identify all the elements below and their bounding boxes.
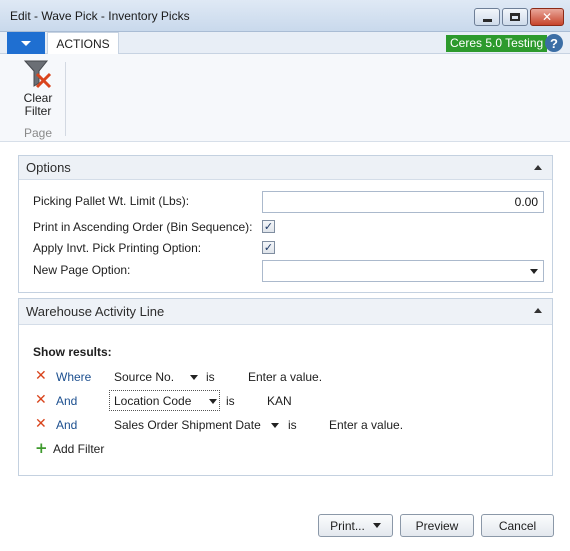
filter-row: ✕ And Location Code is KAN xyxy=(33,390,533,411)
options-header[interactable]: Options xyxy=(19,156,552,180)
filter-value[interactable]: Enter a value. xyxy=(248,370,322,384)
maximize-icon xyxy=(510,13,520,21)
apply-printing-checkbox[interactable]: ✓ xyxy=(262,241,275,254)
filter-operator: is xyxy=(288,418,297,432)
chevron-down-icon xyxy=(372,523,381,528)
filter-conjunction[interactable]: And xyxy=(56,418,77,432)
ascending-order-label: Print in Ascending Order (Bin Sequence): xyxy=(33,220,253,234)
ribbon-tab-row: ACTIONS Ceres 5.0 Testing ? xyxy=(0,32,570,55)
collapse-icon[interactable] xyxy=(534,308,542,313)
ascending-order-checkbox[interactable]: ✓ xyxy=(262,220,275,233)
new-page-label: New Page Option: xyxy=(33,263,131,277)
ribbon-separator xyxy=(65,62,66,136)
clear-filter-label-line2: Filter xyxy=(24,104,52,118)
add-filter-label: Add Filter xyxy=(53,442,105,456)
chevron-down-icon xyxy=(21,40,31,46)
cancel-button[interactable]: Cancel xyxy=(481,514,554,537)
filter-operator: is xyxy=(226,394,235,408)
minimize-button[interactable] xyxy=(474,8,500,26)
remove-filter-icon[interactable]: ✕ xyxy=(35,393,47,407)
plus-icon: + xyxy=(35,439,48,457)
options-title: Options xyxy=(26,160,71,175)
options-fasttab: Options Picking Pallet Wt. Limit (Lbs): … xyxy=(18,155,553,293)
warehouse-title: Warehouse Activity Line xyxy=(26,304,165,319)
print-button[interactable]: Print... xyxy=(318,514,393,537)
new-page-select[interactable] xyxy=(262,260,544,282)
funnel-clear-icon xyxy=(23,60,52,89)
page-content: Options Picking Pallet Wt. Limit (Lbs): … xyxy=(0,142,570,551)
filter-value[interactable]: Enter a value. xyxy=(329,418,403,432)
filter-field[interactable]: Location Code xyxy=(114,394,191,408)
filter-value[interactable]: KAN xyxy=(267,394,292,408)
preview-button[interactable]: Preview xyxy=(400,514,474,537)
filter-field-dropdown-icon[interactable] xyxy=(209,399,217,404)
filter-field-dropdown-icon[interactable] xyxy=(271,423,279,428)
help-icon[interactable]: ? xyxy=(545,34,563,52)
remove-filter-icon[interactable]: ✕ xyxy=(35,417,47,431)
filter-row: ✕ Where Source No. is Enter a value. xyxy=(33,367,533,387)
filter-conjunction[interactable]: And xyxy=(56,394,77,408)
ribbon-group-label: Page xyxy=(24,126,53,140)
company-badge: Ceres 5.0 Testing xyxy=(446,35,548,52)
filter-field[interactable]: Source No. xyxy=(114,370,174,384)
close-icon: ✕ xyxy=(541,10,553,24)
warehouse-header[interactable]: Warehouse Activity Line xyxy=(19,299,552,325)
filter-conjunction[interactable]: Where xyxy=(56,370,91,384)
ribbon: Clear Filter Page xyxy=(0,54,570,142)
show-results-label: Show results: xyxy=(33,345,112,359)
remove-filter-icon[interactable]: ✕ xyxy=(35,369,47,383)
filter-field-dropdown-icon[interactable] xyxy=(190,375,198,380)
apply-printing-label: Apply Invt. Pick Printing Option: xyxy=(33,241,202,255)
filter-operator: is xyxy=(206,370,215,384)
filter-row: ✕ And Sales Order Shipment Date is Enter… xyxy=(33,415,533,435)
window-title: Edit - Wave Pick - Inventory Picks xyxy=(10,9,190,23)
filter-field[interactable]: Sales Order Shipment Date xyxy=(114,418,261,432)
pallet-wt-label: Picking Pallet Wt. Limit (Lbs): xyxy=(33,194,190,208)
clear-filter-button[interactable]: Clear Filter xyxy=(18,58,58,128)
print-button-label: Print... xyxy=(330,518,365,533)
maximize-button[interactable] xyxy=(502,8,528,26)
warehouse-activity-fasttab: Warehouse Activity Line Show results: ✕ … xyxy=(18,298,553,476)
minimize-icon xyxy=(482,18,492,22)
dropdown-arrow-icon xyxy=(530,269,538,274)
tab-actions[interactable]: ACTIONS xyxy=(47,32,119,55)
collapse-icon[interactable] xyxy=(534,165,542,170)
close-button[interactable]: ✕ xyxy=(530,8,564,26)
pallet-wt-input[interactable] xyxy=(262,191,544,213)
application-menu-button[interactable] xyxy=(7,32,45,54)
title-bar: Edit - Wave Pick - Inventory Picks ✕ xyxy=(0,0,570,32)
